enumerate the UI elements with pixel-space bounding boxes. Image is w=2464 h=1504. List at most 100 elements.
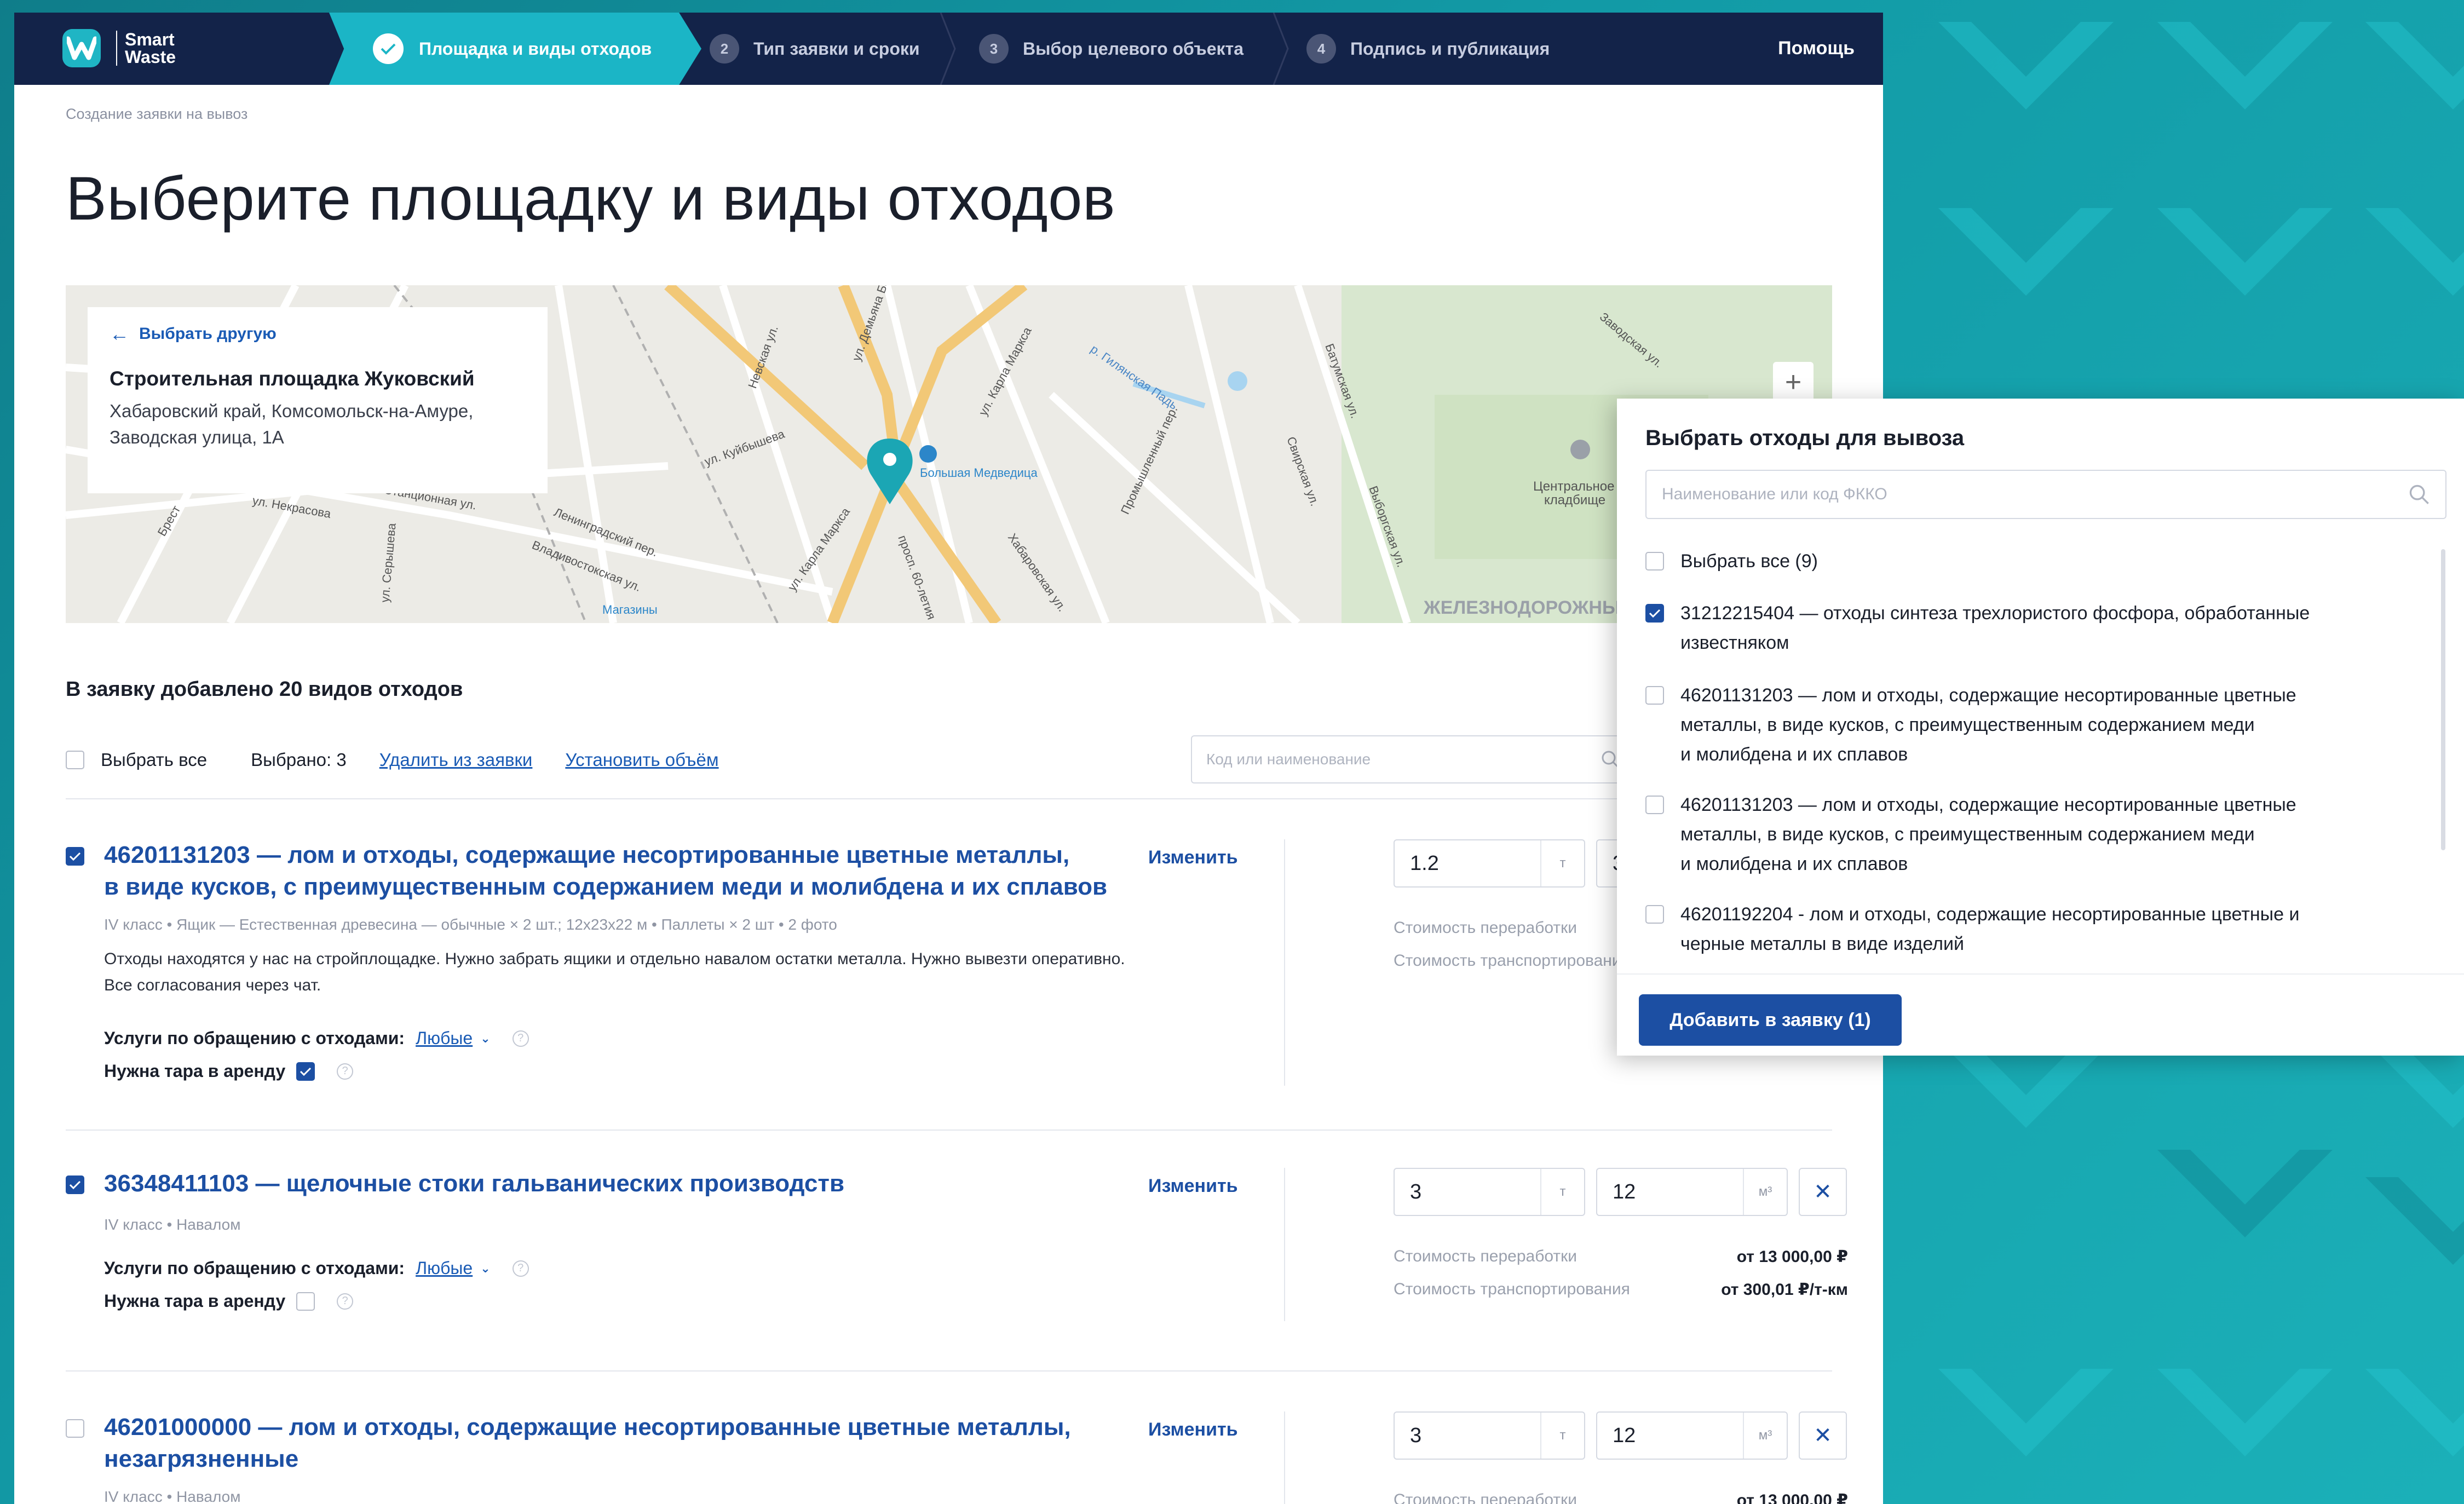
- code-search-input[interactable]: Код или наименование: [1191, 735, 1636, 783]
- step-1[interactable]: Площадка и виды отходов: [329, 13, 701, 85]
- waste-title[interactable]: 46201131203 — лом и отходы, содержащие н…: [104, 839, 1144, 903]
- check-icon: [373, 33, 404, 64]
- popup-scrollbar[interactable]: [2441, 549, 2445, 850]
- column-divider: [1284, 1411, 1285, 1504]
- step-1-label: Площадка и виды отходов: [419, 38, 652, 59]
- edit-button[interactable]: Изменить: [1148, 1419, 1238, 1440]
- step-4[interactable]: 4 Подпись и публикация: [1306, 13, 1550, 85]
- volume-input[interactable]: 12 м³: [1596, 1411, 1788, 1460]
- check-icon: [69, 852, 81, 861]
- page-title: Выберите площадку и виды отходов: [66, 164, 1115, 233]
- choose-another-link[interactable]: ← Выбрать другую: [110, 322, 526, 345]
- divider: [66, 1370, 1832, 1372]
- popup-search-input[interactable]: Наименование или код ФККО: [1645, 470, 2446, 519]
- zoom-in-button[interactable]: +: [1773, 362, 1814, 402]
- mass-input[interactable]: 1.2 т: [1394, 839, 1585, 888]
- mass-input[interactable]: 3т: [1394, 1168, 1585, 1216]
- map-label: Магазины: [602, 603, 658, 616]
- volume-input[interactable]: 12 м³: [1596, 1168, 1788, 1216]
- help-icon[interactable]: ?: [512, 1030, 529, 1047]
- add-to-request-button[interactable]: Добавить в заявку (1): [1639, 994, 1902, 1046]
- site-name: Строительная площадка Жуковский: [110, 367, 475, 390]
- tare-row: Нужна тара в аренду ?: [104, 1291, 354, 1311]
- divider: [1617, 973, 2464, 975]
- map-label: Свирская ул.: [1284, 435, 1322, 508]
- site-info-card: ← Выбрать другую Строительная площадка Ж…: [88, 307, 548, 493]
- tare-checkbox[interactable]: [296, 1292, 315, 1311]
- row-checkbox[interactable]: [66, 1419, 84, 1438]
- check-icon: [300, 1067, 312, 1076]
- set-volume-link[interactable]: Установить объём: [565, 750, 718, 770]
- remove-from-request-link[interactable]: Удалить из заявки: [379, 750, 533, 770]
- map-label: ул. Карла Маркса: [976, 324, 1034, 418]
- tare-checkbox[interactable]: [296, 1062, 315, 1081]
- logo-icon: [62, 29, 101, 67]
- help-icon[interactable]: ?: [337, 1293, 354, 1310]
- chevron-down-icon: ⌄: [480, 1261, 491, 1275]
- check-icon: [69, 1180, 81, 1190]
- waste-meta: IV класс • Навалом: [104, 1216, 241, 1233]
- help-icon[interactable]: ?: [512, 1260, 529, 1277]
- logo[interactable]: Smart Waste: [62, 29, 176, 67]
- waste-title[interactable]: 36348411103 — щелочные стоки гальваничес…: [104, 1168, 1144, 1200]
- check-icon: [1649, 609, 1661, 618]
- divider: [66, 798, 1832, 799]
- checkbox[interactable]: [1645, 905, 1664, 924]
- top-navigation-bar: Smart Waste Площадка и виды отходов 2 Ти…: [14, 13, 1883, 85]
- list-toolbar: Выбрать все Выбрано: 3 Удалить из заявки…: [66, 735, 1637, 785]
- checkbox[interactable]: [1645, 604, 1664, 623]
- step-2[interactable]: 2 Тип заявки и сроки: [710, 13, 920, 85]
- select-waste-popup: Выбрать отходы для вывоза Наименование и…: [1617, 399, 2464, 1056]
- mass-input[interactable]: 3т: [1394, 1411, 1585, 1460]
- waste-meta: IV класс • Навалом: [104, 1488, 241, 1504]
- checkbox[interactable]: [1645, 796, 1664, 814]
- map-label: ул. Серышева: [378, 522, 399, 603]
- selected-count: Выбрано: 3: [251, 750, 347, 770]
- cost-transport: Стоимость транспортирования от 300,01 ₽/т…: [1394, 1280, 1848, 1299]
- search-icon: [2409, 485, 2429, 504]
- logo-text: Smart Waste: [116, 31, 176, 66]
- select-all-label[interactable]: Выбрать все: [101, 750, 207, 770]
- map-label: кладбище: [1544, 493, 1605, 508]
- column-divider: [1284, 839, 1285, 1086]
- chevron-down-icon: ⌄: [480, 1031, 491, 1045]
- edit-button[interactable]: Изменить: [1148, 1175, 1238, 1197]
- divider: [66, 1130, 1832, 1131]
- step-3[interactable]: 3 Выбор целевого объекта: [979, 13, 1243, 85]
- step-separator: [940, 13, 956, 85]
- cost-processing: Стоимость переработки от 13 000,00 ₽: [1394, 1491, 1848, 1504]
- map-label: Хабаровская ул.: [1005, 531, 1069, 614]
- row-checkbox[interactable]: [66, 847, 84, 866]
- map[interactable]: ул. Куйбышева ул. Карла Маркса ул. Карла…: [66, 285, 1832, 623]
- map-label: ЖЕЛЕЗНОДОРОЖНЫЙ: [1423, 597, 1634, 618]
- checkbox[interactable]: [1645, 552, 1664, 571]
- services-dropdown[interactable]: Любые: [416, 1028, 473, 1048]
- popup-select-all[interactable]: Выбрать все (9): [1645, 546, 1818, 576]
- services-row: Услуги по обращению с отходами: Любые ⌄ …: [104, 1258, 529, 1278]
- app-window: Smart Waste Площадка и виды отходов 2 Ти…: [14, 13, 1883, 1504]
- waste-meta: IV класс • Ящик — Естественная древесина…: [104, 916, 837, 933]
- services-row: Услуги по обращению с отходами: Любые ⌄ …: [104, 1028, 529, 1048]
- shop-icon: [919, 445, 937, 463]
- help-link[interactable]: Помощь: [1778, 38, 1855, 59]
- edit-button[interactable]: Изменить: [1148, 847, 1238, 868]
- close-icon[interactable]: ✕: [1799, 1411, 1847, 1460]
- breadcrumb[interactable]: Создание заявки на вывоз: [66, 106, 247, 123]
- services-dropdown[interactable]: Любые: [416, 1258, 473, 1278]
- popup-list-item[interactable]: 46201192204 - лом и отходы, содержащие н…: [1645, 900, 2299, 959]
- tare-row: Нужна тара в аренду ?: [104, 1061, 354, 1081]
- step-separator: [1273, 13, 1289, 85]
- map-label: просп. 60-летия: [895, 533, 939, 621]
- help-icon[interactable]: ?: [337, 1063, 354, 1080]
- column-divider: [1284, 1168, 1285, 1321]
- row-checkbox[interactable]: [66, 1175, 84, 1194]
- popup-list-item[interactable]: 46201131203 — лом и отходы, содержащие н…: [1645, 790, 2296, 879]
- popup-list-item[interactable]: 46201131203 — лом и отходы, содержащие н…: [1645, 681, 2296, 769]
- popup-list-item[interactable]: 31212215404 — отходы синтеза трехлористо…: [1645, 598, 2310, 658]
- select-all-checkbox[interactable]: [66, 751, 84, 769]
- arrow-left-icon: ←: [110, 322, 129, 345]
- cost-processing: Стоимость переработки от 13 000,00 ₽: [1394, 1247, 1848, 1266]
- waste-title[interactable]: 46201000000 — лом и отходы, содержащие н…: [104, 1411, 1144, 1475]
- close-icon[interactable]: ✕: [1799, 1168, 1847, 1216]
- checkbox[interactable]: [1645, 686, 1664, 705]
